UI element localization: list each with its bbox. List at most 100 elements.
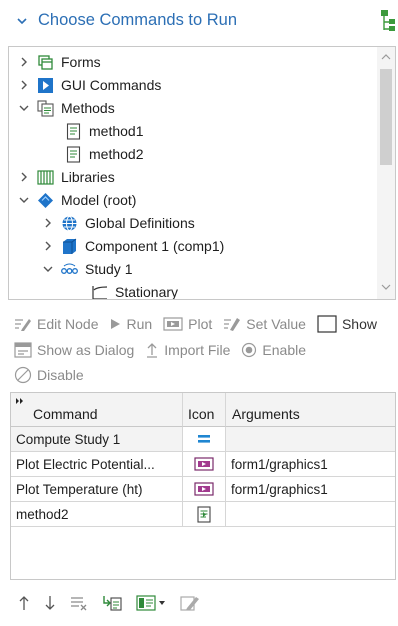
table-cell-icon[interactable] [183,502,226,527]
column-header-command[interactable]: Command [11,393,183,427]
table-cell-arguments[interactable] [226,502,395,527]
commands-table[interactable]: Command Icon Arguments Compute Study 1 P… [10,392,396,580]
column-header-icon[interactable]: Icon [183,393,226,427]
gui-commands-icon [38,77,53,93]
set-value-button[interactable]: Set Value [223,316,306,332]
delete-button[interactable] [70,595,88,611]
method-icon [66,122,81,140]
libraries-icon [37,169,54,185]
global-definitions-icon [62,215,77,231]
compute-icon [198,435,210,443]
stationary-icon [92,285,108,299]
checkbox-icon [317,315,337,333]
table-cell-icon[interactable] [183,452,226,477]
add-command-icon [103,596,122,611]
table-cell-arguments[interactable]: form1/graphics1 [226,452,395,477]
tree-item-gui-commands[interactable]: GUI Commands [17,74,161,96]
table-cell-command[interactable]: Plot Temperature (ht) [11,477,183,502]
table-cell-icon[interactable] [183,427,226,452]
command-tree[interactable]: Forms GUI Commands Methods method1 metho… [8,46,396,300]
table-cell-arguments[interactable] [226,427,395,452]
method-icon [197,505,211,523]
table-toolbar [18,592,214,614]
scroll-up-icon[interactable] [380,51,392,63]
move-up-button[interactable] [18,595,30,611]
methods-icon [37,99,54,117]
tree-item-study-1[interactable]: Study 1 [41,258,132,280]
run-icon [111,319,121,329]
column-header-arguments[interactable]: Arguments [226,393,395,427]
import-file-button[interactable]: Import File [145,342,230,358]
edit-icon [180,596,199,611]
tree-scrollbar[interactable] [377,47,395,299]
table-cell-arguments[interactable]: form1/graphics1 [226,477,395,502]
move-down-button[interactable] [44,595,56,611]
study-icon [61,262,78,274]
chevron-right-icon[interactable] [17,170,31,184]
move-up-icon [19,596,29,610]
chevron-down-icon[interactable] [41,262,55,276]
command-toolbar-row-1: Edit Node Run Plot Set Value Show [14,313,388,335]
import-file-icon [147,343,158,358]
section-header[interactable]: Choose Commands to Run [0,0,398,44]
enable-button[interactable]: Enable [241,342,306,358]
tree-item-component-1[interactable]: Component 1 (comp1) [41,235,224,257]
tree-item-label: Study 1 [85,261,133,277]
chevron-right-icon[interactable] [17,55,31,69]
chevron-right-icon[interactable] [41,216,55,230]
scroll-down-icon[interactable] [380,281,392,293]
add-menu-icon [136,595,165,611]
chevron-down-icon[interactable] [17,193,31,207]
show-as-dialog-button[interactable]: Show as Dialog [14,342,134,358]
tree-item-forms[interactable]: Forms [17,51,101,73]
edit-node-button[interactable]: Edit Node [14,316,98,332]
chevron-right-icon[interactable] [41,239,55,253]
add-menu-button[interactable] [136,595,166,611]
run-button[interactable]: Run [109,316,152,332]
delete-icon [71,597,87,611]
model-icon [38,192,53,208]
plot-icon [194,482,214,496]
enable-icon [242,342,257,358]
chevron-right-icon[interactable] [17,78,31,92]
tree-item-global-definitions[interactable]: Global Definitions [41,212,195,234]
tree-item-methods[interactable]: Methods [17,97,115,119]
chevron-down-icon[interactable] [15,14,29,28]
tree-item-method1[interactable]: method1 [65,120,143,142]
edit-node-icon [15,319,31,331]
plot-button[interactable]: Plot [163,316,212,332]
tree-item-model-root[interactable]: Model (root) [17,189,136,211]
table-cell-command[interactable]: method2 [11,502,183,527]
tree-item-label: Model (root) [61,192,137,208]
commands-tree-icon[interactable] [374,9,396,33]
edit-button[interactable] [180,594,200,612]
expand-columns-icon[interactable] [15,397,25,405]
tree-item-label: Libraries [61,169,115,185]
table-cell-command[interactable]: Plot Electric Potential... [11,452,183,477]
set-value-icon [224,318,241,331]
tree-item-label: Stationary [115,284,179,300]
plot-icon [163,317,183,331]
disable-button[interactable]: Disable [14,366,84,384]
table-cell-command[interactable]: Compute Study 1 [11,427,183,452]
disable-icon [14,366,32,384]
tree-item-label: Forms [61,54,101,70]
table-cell-icon[interactable] [183,477,226,502]
plot-icon [194,457,214,471]
add-command-button[interactable] [102,595,122,611]
tree-item-method2[interactable]: method2 [65,143,143,165]
tree-item-label: Methods [61,100,115,116]
tree-item-libraries[interactable]: Libraries [17,166,115,188]
scrollbar-thumb[interactable] [380,69,392,165]
forms-icon [38,54,53,70]
section-title: Choose Commands to Run [38,11,238,29]
tree-item-label: method2 [89,146,144,162]
move-down-icon [45,596,55,610]
tree-item-stationary[interactable]: Stationary [91,281,179,300]
tree-item-label: GUI Commands [61,77,162,93]
chevron-down-icon[interactable] [17,101,31,115]
tree-item-label: Global Definitions [85,215,195,231]
show-as-dialog-icon [14,342,32,358]
component-icon [63,238,77,254]
show-checkbox[interactable]: Show [317,315,377,333]
